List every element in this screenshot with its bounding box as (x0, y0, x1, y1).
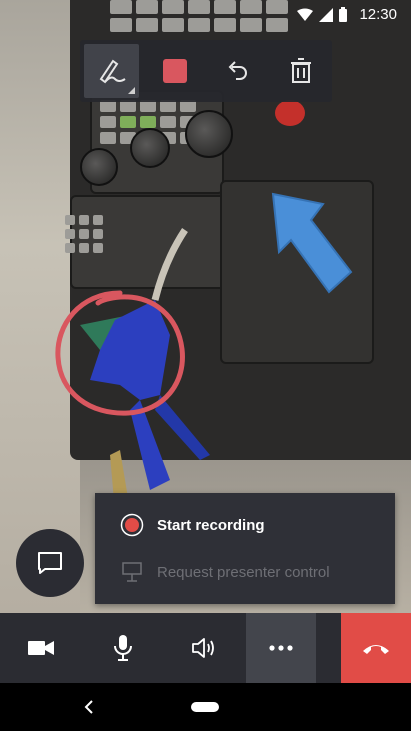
ink-circle-annotation (55, 290, 185, 416)
more-options-menu: Start recording Request presenter contro… (95, 493, 395, 604)
arrow-annotation (271, 192, 353, 294)
color-picker-button[interactable] (143, 40, 206, 102)
undo-button[interactable] (206, 40, 269, 102)
call-controls-bar (0, 613, 411, 683)
signal-icon (319, 7, 333, 22)
knob (185, 110, 233, 158)
record-icon (120, 513, 144, 537)
status-bar: 12:30 (0, 0, 411, 30)
request-presenter-control-label: Request presenter control (157, 563, 330, 581)
microphone-icon (114, 635, 132, 661)
undo-icon (228, 61, 247, 80)
presenter-icon (120, 560, 144, 584)
speaker-button[interactable] (164, 613, 246, 683)
status-icons (297, 7, 347, 22)
ink-toolbar (80, 40, 332, 102)
home-button[interactable] (191, 702, 219, 712)
delete-button[interactable] (269, 40, 332, 102)
speaker-icon (192, 638, 214, 658)
video-button[interactable] (0, 613, 82, 683)
chat-icon (38, 552, 62, 574)
wifi-icon (297, 8, 313, 21)
color-swatch (162, 59, 187, 83)
mic-button[interactable] (82, 613, 164, 683)
video-camera-icon (28, 641, 54, 655)
emergency-button (275, 100, 305, 126)
pen-icon (99, 59, 126, 84)
battery-icon (339, 7, 347, 22)
more-options-icon (269, 645, 293, 651)
back-icon[interactable] (84, 700, 94, 714)
status-time: 12:30 (359, 6, 397, 23)
chat-button[interactable] (16, 529, 84, 597)
pen-tool-button[interactable] (84, 44, 139, 98)
hang-up-button[interactable] (341, 613, 411, 683)
start-recording-label: Start recording (157, 516, 265, 534)
request-presenter-control-item[interactable]: Request presenter control (95, 549, 395, 595)
start-recording-item[interactable]: Start recording (95, 502, 395, 548)
trash-icon (290, 58, 311, 83)
system-navigation-bar (0, 683, 411, 731)
knob (80, 148, 118, 186)
more-options-button[interactable] (246, 613, 316, 683)
phone-hangup-icon (363, 645, 389, 654)
knob (130, 128, 170, 168)
dropdown-indicator (128, 87, 135, 94)
